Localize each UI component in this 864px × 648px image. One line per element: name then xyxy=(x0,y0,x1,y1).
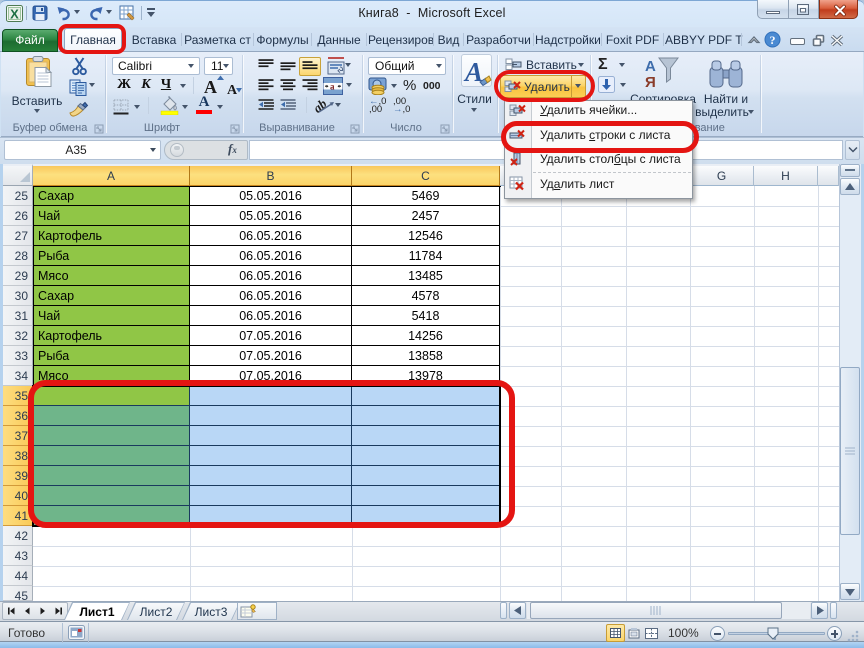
svg-text:?: ? xyxy=(770,33,776,47)
svg-text:А: А xyxy=(645,58,656,75)
svg-text:ab: ab xyxy=(315,96,330,115)
svg-text:Я: Я xyxy=(645,74,656,91)
svg-text:А: А xyxy=(227,83,238,96)
svg-text:a: a xyxy=(330,82,335,92)
